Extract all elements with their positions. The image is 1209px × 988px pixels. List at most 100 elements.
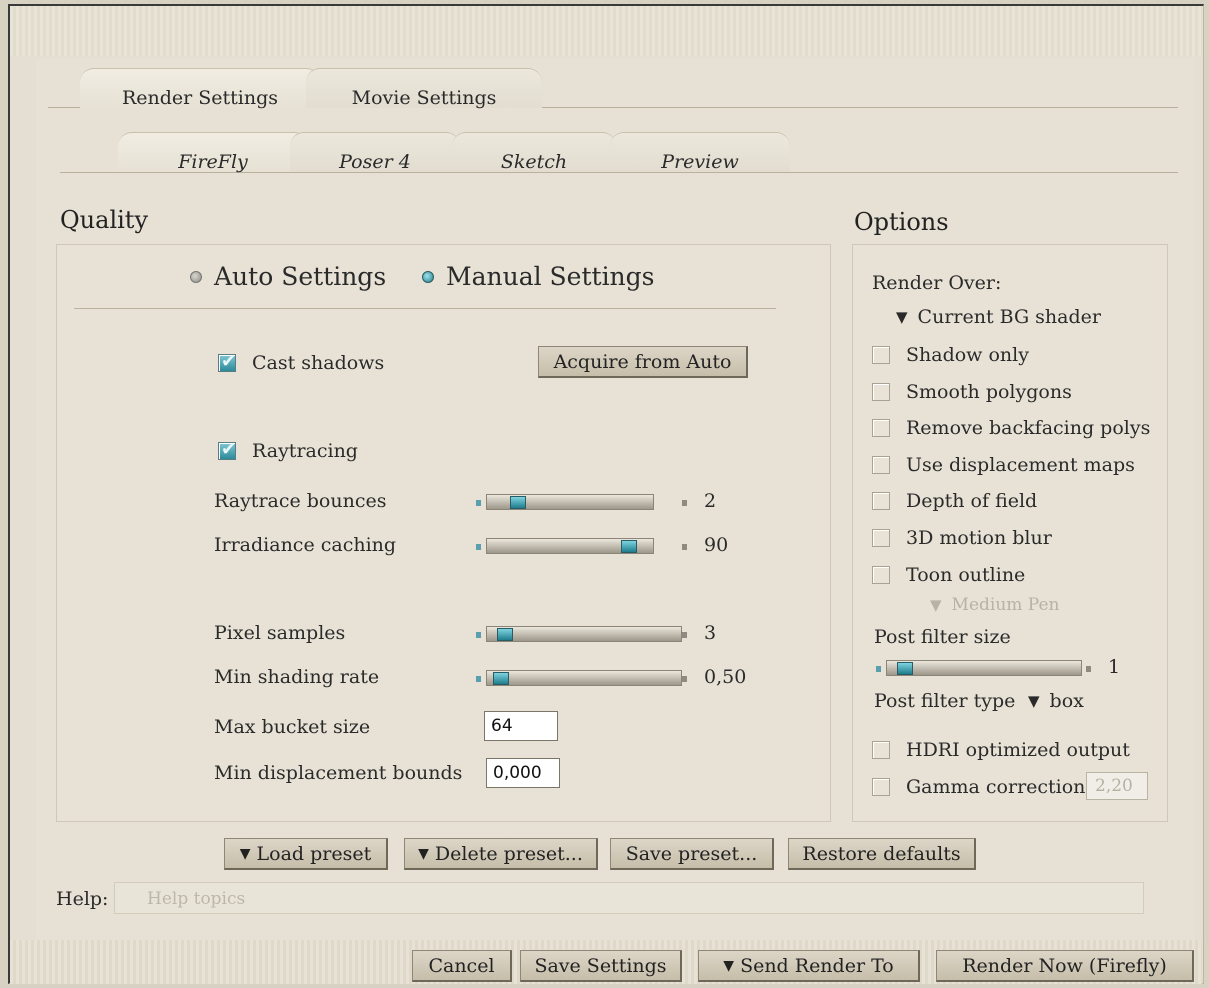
checkbox-icon: [872, 778, 890, 796]
slider-max-marker: [682, 676, 687, 682]
pixel-samples-label: Pixel samples: [214, 622, 346, 644]
restore-defaults-label: Restore defaults: [802, 842, 961, 865]
help-topics-field[interactable]: Help topics: [114, 882, 1144, 914]
pixel-samples-slider[interactable]: 3: [476, 622, 736, 644]
toon-pen-dropdown[interactable]: ▼ Medium Pen: [930, 595, 1060, 615]
checkbox-icon: [872, 456, 890, 474]
option-3d-motion-blur[interactable]: 3D motion blur: [872, 527, 1052, 549]
tab-movie-settings[interactable]: Movie Settings: [306, 68, 542, 108]
option-label: Use displacement maps: [906, 454, 1135, 476]
cancel-button[interactable]: Cancel: [412, 950, 512, 982]
render-over-value: Current BG shader: [917, 306, 1101, 328]
tab-poser4[interactable]: Poser 4: [290, 132, 460, 172]
render-now-label: Render Now (Firefly): [962, 954, 1167, 977]
post-filter-type-label: Post filter type: [874, 690, 1016, 712]
raytrace-bounces-slider[interactable]: 2: [476, 490, 736, 512]
slider-min-marker: [476, 544, 481, 550]
slider-thumb[interactable]: [621, 540, 638, 553]
send-render-to-label: Send Render To: [740, 954, 894, 977]
slider-value: 90: [704, 534, 729, 556]
dropdown-arrow-icon: ▼: [418, 845, 429, 862]
manual-settings-radio[interactable]: Manual Settings: [422, 262, 655, 291]
option-toon-outline[interactable]: Toon outline: [872, 564, 1025, 586]
slider-min-marker: [476, 500, 481, 506]
max-bucket-size-input[interactable]: [484, 711, 558, 741]
render-over-dropdown[interactable]: ▼ Current BG shader: [896, 306, 1101, 328]
load-preset-label: Load preset: [256, 842, 372, 865]
slider-thumb[interactable]: [496, 628, 513, 641]
cancel-label: Cancel: [428, 954, 495, 977]
save-settings-button[interactable]: Save Settings: [520, 950, 682, 982]
slider-track: [486, 626, 682, 642]
slider-track: [486, 670, 682, 686]
checkbox-icon: [872, 566, 890, 584]
dropdown-arrow-icon: ▼: [239, 845, 251, 862]
slider-thumb[interactable]: [493, 672, 510, 685]
render-over-label: Render Over:: [872, 272, 1002, 294]
cast-shadows-checkbox[interactable]: Cast shadows: [218, 351, 385, 374]
raytracing-label: Raytracing: [252, 440, 358, 462]
slider-max-marker: [682, 500, 687, 506]
post-filter-type-dropdown[interactable]: ▼ box: [1028, 690, 1084, 712]
options-title: Options: [854, 208, 949, 236]
option-label: Depth of field: [906, 490, 1038, 512]
slider-value: 0,50: [704, 666, 747, 688]
quality-divider: [74, 308, 776, 309]
option-label: Smooth polygons: [906, 381, 1072, 403]
option-label: Shadow only: [906, 344, 1029, 366]
render-now-button[interactable]: Render Now (Firefly): [936, 950, 1194, 982]
gamma-value-input[interactable]: 2,20: [1086, 772, 1148, 800]
raytracing-checkbox[interactable]: Raytracing: [218, 439, 358, 462]
tab-label: Poser 4: [339, 151, 411, 173]
min-shading-rate-slider[interactable]: 0,50: [476, 666, 756, 688]
slider-thumb[interactable]: [896, 662, 913, 675]
checkbox-checked-icon: [218, 351, 236, 372]
checkbox-icon: [872, 492, 890, 510]
option-smooth-polygons[interactable]: Smooth polygons: [872, 381, 1072, 403]
load-preset-button[interactable]: ▼ Load preset: [224, 838, 388, 870]
option-hdri-optimized[interactable]: HDRI optimized output: [872, 739, 1130, 761]
slider-thumb[interactable]: [510, 496, 527, 509]
option-remove-backfacing[interactable]: Remove backfacing polys: [872, 417, 1150, 439]
slider-track: [886, 660, 1082, 676]
slider-max-marker: [682, 632, 687, 638]
option-depth-of-field[interactable]: Depth of field: [872, 490, 1037, 512]
quality-panel: [56, 244, 831, 822]
tab-render-settings[interactable]: Render Settings: [80, 68, 320, 108]
acquire-from-auto-button[interactable]: Acquire from Auto: [538, 346, 748, 378]
restore-defaults-button[interactable]: Restore defaults: [788, 838, 976, 870]
option-gamma-correction[interactable]: Gamma correction: [872, 776, 1085, 798]
slider-min-marker: [476, 632, 481, 638]
send-render-to-button[interactable]: ▼ Send Render To: [698, 950, 920, 982]
dropdown-arrow-icon: ▼: [896, 308, 908, 326]
radio-off-icon: [190, 270, 202, 283]
min-displacement-bounds-label: Min displacement bounds: [214, 762, 463, 784]
tab-label: Render Settings: [121, 87, 279, 109]
post-filter-size-slider[interactable]: 1: [876, 656, 1126, 678]
auto-settings-label: Auto Settings: [214, 262, 387, 291]
max-bucket-size-label: Max bucket size: [214, 716, 371, 738]
save-preset-button[interactable]: Save preset...: [610, 838, 774, 870]
slider-max-marker: [682, 544, 687, 550]
slider-min-marker: [876, 666, 881, 672]
delete-preset-button[interactable]: ▼ Delete preset...: [404, 838, 598, 870]
slider-value: 2: [704, 490, 717, 512]
cast-shadows-label: Cast shadows: [252, 352, 385, 374]
dropdown-arrow-icon: ▼: [1028, 692, 1040, 710]
tab-preview[interactable]: Preview: [610, 132, 790, 172]
tab-firefly[interactable]: FireFly: [118, 132, 308, 172]
checkbox-icon: [872, 383, 890, 401]
option-shadow-only[interactable]: Shadow only: [872, 344, 1029, 366]
tab-sketch[interactable]: Sketch: [452, 132, 616, 172]
option-label: Gamma correction: [906, 776, 1086, 798]
min-displacement-bounds-input[interactable]: [486, 758, 560, 788]
irradiance-caching-label: Irradiance caching: [214, 534, 397, 556]
auto-settings-radio[interactable]: Auto Settings: [190, 262, 386, 291]
option-displacement-maps[interactable]: Use displacement maps: [872, 454, 1135, 476]
tab-label: FireFly: [178, 151, 248, 173]
tab-label: Sketch: [500, 151, 568, 173]
raytrace-bounces-label: Raytrace bounces: [214, 490, 387, 512]
checkbox-checked-icon: [218, 439, 236, 460]
irradiance-caching-slider[interactable]: 90: [476, 534, 736, 556]
delete-preset-label: Delete preset...: [434, 842, 583, 865]
